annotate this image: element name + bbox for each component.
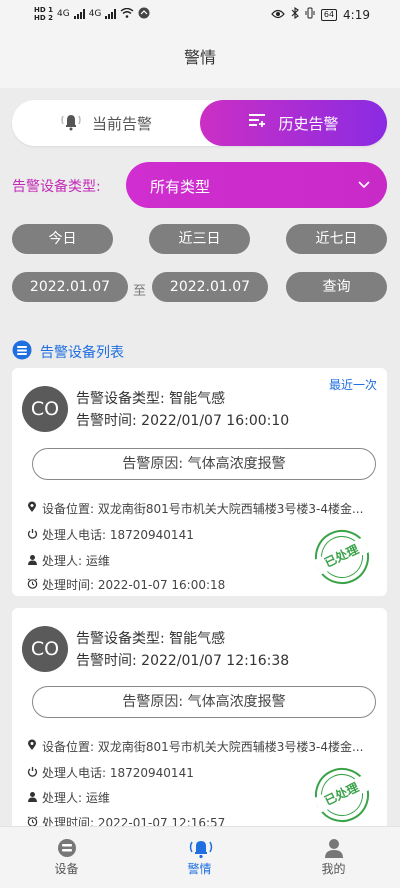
alarm-clock-icon (26, 577, 38, 592)
clock-time: 4:19 (343, 7, 370, 22)
alarm-tabs: 当前告警 历史告警 (12, 100, 387, 146)
device-location: 设备位置: 双龙南街801号市机关大院西辅楼3号楼3-4楼金... (26, 500, 363, 517)
nav-item-mine[interactable]: 我的 (267, 827, 400, 888)
chevron-down-icon (357, 174, 371, 198)
location-pin-icon (26, 501, 38, 516)
query-button[interactable]: 查询 (286, 272, 387, 302)
handler: 处理人: 运维 (26, 789, 110, 806)
device-avatar: CO (22, 626, 68, 672)
alarm-device-type: 告警设备类型: 智能气感 (76, 391, 226, 407)
person-icon (26, 791, 38, 805)
sim-badge: HD 1 HD 2 (34, 6, 53, 22)
alarm-bell-icon (189, 837, 213, 859)
nav-item-alarm[interactable]: 警情 (133, 827, 266, 888)
power-icon (26, 766, 38, 780)
device-type-value: 所有类型 (150, 178, 211, 196)
network-4g-label: 4G (56, 9, 70, 19)
wifi-icon (120, 7, 134, 21)
network-4g-label-2: 4G (88, 9, 102, 19)
device-icon (56, 837, 78, 859)
device-location: 设备位置: 双龙南街801号市机关大院西辅楼3号楼3-4楼金... (26, 738, 363, 755)
eye-icon (271, 8, 285, 22)
page-title: 警情 (183, 48, 216, 67)
alarm-time: 告警时间: 2022/01/07 12:16:38 (76, 653, 290, 669)
today-button[interactable]: 今日 (12, 224, 113, 254)
tab-history-alarm[interactable]: 历史告警 (200, 100, 387, 146)
nav-mine-label: 我的 (321, 862, 346, 876)
alarm-card[interactable]: CO 告警设备类型: 智能气感 告警时间: 2022/01/07 12:16:3… (12, 608, 387, 848)
status-bar-right: 64 4:19 (271, 6, 370, 22)
alarm-card[interactable]: CO 告警设备类型: 智能气感 告警时间: 2022/01/07 16:00:1… (12, 368, 387, 596)
handler-text: 处理人: 运维 (42, 554, 110, 568)
page-header: 警情 (0, 30, 400, 88)
history-list-icon (248, 112, 268, 134)
signal-icon-2 (105, 9, 117, 19)
device-avatar: CO (22, 386, 68, 432)
last-seven-days-button[interactable]: 近七日 (286, 224, 387, 254)
user-icon (323, 837, 345, 859)
alarm-reason: 告警原因: 气体高浓度报警 (32, 686, 376, 718)
device-location-text: 设备位置: 双龙南街801号市机关大院西辅楼3号楼3-4楼金... (42, 740, 364, 754)
location-pin-icon (26, 739, 38, 754)
latest-badge: 最近一次 (328, 378, 377, 392)
app-notification-icon (138, 7, 150, 22)
person-icon (26, 554, 38, 568)
bottom-navigation: 设备 警情 我的 (0, 826, 400, 888)
handled-time-text: 处理时间: 2022-01-07 16:00:18 (42, 578, 226, 592)
vibrate-icon (305, 7, 315, 22)
alarm-device-type: 告警设备类型: 智能气感 (76, 631, 226, 647)
alarm-list-header: 告警设备列表 (12, 340, 124, 364)
device-location-text: 设备位置: 双龙南街801号市机关大院西辅楼3号楼3-4楼金... (42, 502, 364, 516)
battery-icon: 64 (320, 8, 338, 21)
alarm-list-title: 告警设备列表 (40, 345, 124, 361)
handler-phone: 处理人电话: 18720940141 (26, 764, 194, 781)
tab-current-label: 当前告警 (91, 114, 152, 133)
status-bar-left: HD 1 HD 2 4G 4G (34, 6, 150, 22)
handler-phone: 处理人电话: 18720940141 (26, 526, 194, 543)
handled-stamp: 已处理 (306, 759, 378, 831)
signal-icon (73, 9, 85, 19)
handler-text: 处理人: 运维 (42, 791, 110, 805)
alarm-reason: 告警原因: 气体高浓度报警 (32, 448, 376, 480)
list-icon (12, 340, 32, 364)
handler-phone-text: 处理人电话: 18720940141 (42, 766, 194, 780)
start-date-picker[interactable]: 2022.01.07 (12, 272, 128, 302)
alarm-time: 告警时间: 2022/01/07 16:00:10 (76, 413, 290, 429)
device-type-label: 告警设备类型: (12, 179, 101, 195)
bell-icon (60, 111, 82, 135)
handler-phone-text: 处理人电话: 18720940141 (42, 528, 194, 542)
device-type-select[interactable]: 所有类型 (126, 162, 387, 208)
date-range-separator: 至 (133, 284, 147, 299)
nav-item-device[interactable]: 设备 (0, 827, 133, 888)
handled-stamp: 已处理 (306, 521, 378, 593)
tab-history-label: 历史告警 (278, 114, 339, 133)
bluetooth-icon (291, 6, 299, 22)
tab-current-alarm[interactable]: 当前告警 (12, 100, 200, 146)
nav-device-label: 设备 (54, 862, 79, 876)
nav-alarm-label: 警情 (187, 862, 212, 876)
power-icon (26, 528, 38, 542)
end-date-picker[interactable]: 2022.01.07 (152, 272, 268, 302)
handled-time: 处理时间: 2022-01-07 16:00:18 (26, 576, 225, 593)
handler: 处理人: 运维 (26, 552, 110, 569)
status-bar: HD 1 HD 2 4G 4G 64 4:19 (0, 0, 400, 30)
last-three-days-button[interactable]: 近三日 (149, 224, 250, 254)
